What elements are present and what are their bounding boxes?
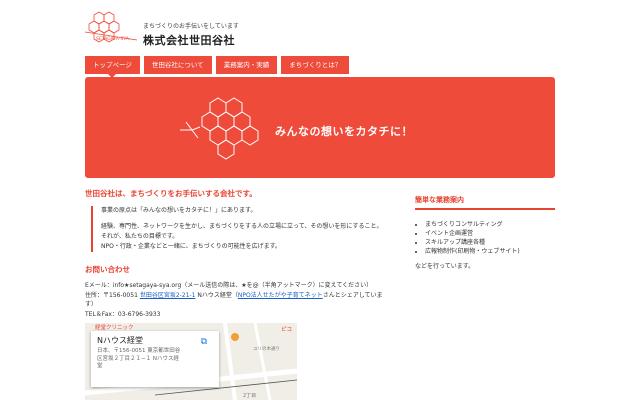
map-place-address: 日本、〒156-0051 東京都世田谷区宮坂２丁目２１−１ Nハウス経堂: [97, 348, 181, 369]
tel-line: TEL＆Fax：03-6796-3933: [85, 310, 161, 318]
hexagon-graphic: [180, 97, 259, 160]
site-header: SETAGAYA-SYA まちづくりのお手伝いをしています 株式会社世田谷社: [85, 8, 555, 53]
services-list: まちづくりコンサルティング イベント企画運営 スキルアップ講座各種 広報物制作(…: [425, 220, 555, 256]
company-name[interactable]: 株式会社世田谷社: [143, 32, 235, 48]
services-note: などを行っています。: [415, 263, 475, 270]
svg-text:2丁目: 2丁目: [243, 393, 256, 399]
mission-quote: 事業の原点は「みんなの想いをカタチに！」にあります。 経験、専門性、ネットワーク…: [91, 206, 385, 252]
hero-banner: みんなの想いをカタチに！: [85, 77, 555, 178]
svg-text:ピコ: ピコ: [281, 326, 292, 333]
svg-text:経堂クリニック: 経堂クリニック: [95, 323, 134, 331]
nav-services[interactable]: 業務案内・実績: [215, 56, 278, 74]
sidebar: 簡単な業務案内 まちづくりコンサルティング イベント企画運営 スキルアップ講座各…: [415, 195, 555, 270]
email-line: Eメール：info★setagaya-sya.org（メール送信の際は、★を@（…: [85, 282, 373, 289]
list-item: スキルアップ講座各種: [425, 238, 555, 247]
map-place-name: Nハウス経堂: [97, 336, 143, 345]
services-heading: 簡単な業務案内: [415, 195, 555, 210]
quote-line-2: 経験、専門性、ネットワークを生かし、まちづくりをする人の立場に立って、その想いを…: [101, 223, 383, 250]
quote-line-1: 事業の原点は「みんなの想いをカタチに！」にあります。: [101, 207, 257, 214]
address-line: 住所：〒156-0051 世田谷区宮坂2-21-1 Nハウス経堂（NPO法人せた…: [85, 291, 383, 309]
nav-top-page[interactable]: トップページ: [85, 56, 140, 78]
main-content: 世田谷社は、まちづくりをお手伝いする会社です。 事業の原点は「みんなの想いをカタ…: [85, 188, 385, 319]
list-item: 広報物制作(印刷物・ウェブサイト): [425, 247, 555, 256]
open-in-maps-icon[interactable]: ⧉: [201, 337, 207, 347]
contact-heading: お問い合わせ: [85, 265, 130, 274]
list-item: まちづくりコンサルティング: [425, 220, 555, 229]
contact-info: Eメール：info★setagaya-sya.org（メール送信の際は、★を@（…: [85, 281, 385, 319]
nav-about[interactable]: 世田谷社について: [143, 56, 212, 74]
svg-text:SETAGAYA-SYA: SETAGAYA-SYA: [96, 36, 130, 42]
svg-text:ユリの木通り: ユリの木通り: [253, 345, 280, 352]
hero-slogan: みんなの想いをカタチに！: [275, 125, 413, 138]
list-item: イベント企画運営: [425, 229, 555, 238]
npo-link[interactable]: NPO法人せたがや子育てネット: [238, 292, 323, 299]
map-info-card: Nハウス経堂 日本、〒156-0051 東京都世田谷区宮坂２丁目２１−１ Nハウ…: [91, 331, 219, 387]
lead-heading: 世田谷社は、まちづくりをお手伝いする会社です。: [85, 189, 257, 198]
main-nav: トップページ 世田谷社について 業務案内・実績 まちづくりとは？: [85, 56, 350, 78]
google-map[interactable]: 経堂クリニック ピコ ユリの木通り 2丁目 Nハウス経堂 日本、〒156-005…: [85, 323, 297, 400]
nav-machizukuri[interactable]: まちづくりとは？: [281, 56, 350, 74]
address-link[interactable]: 世田谷区宮坂2-21-1: [140, 292, 196, 299]
company-logo[interactable]: SETAGAYA-SYA: [85, 10, 137, 52]
tagline: まちづくりのお手伝いをしています: [143, 23, 239, 30]
